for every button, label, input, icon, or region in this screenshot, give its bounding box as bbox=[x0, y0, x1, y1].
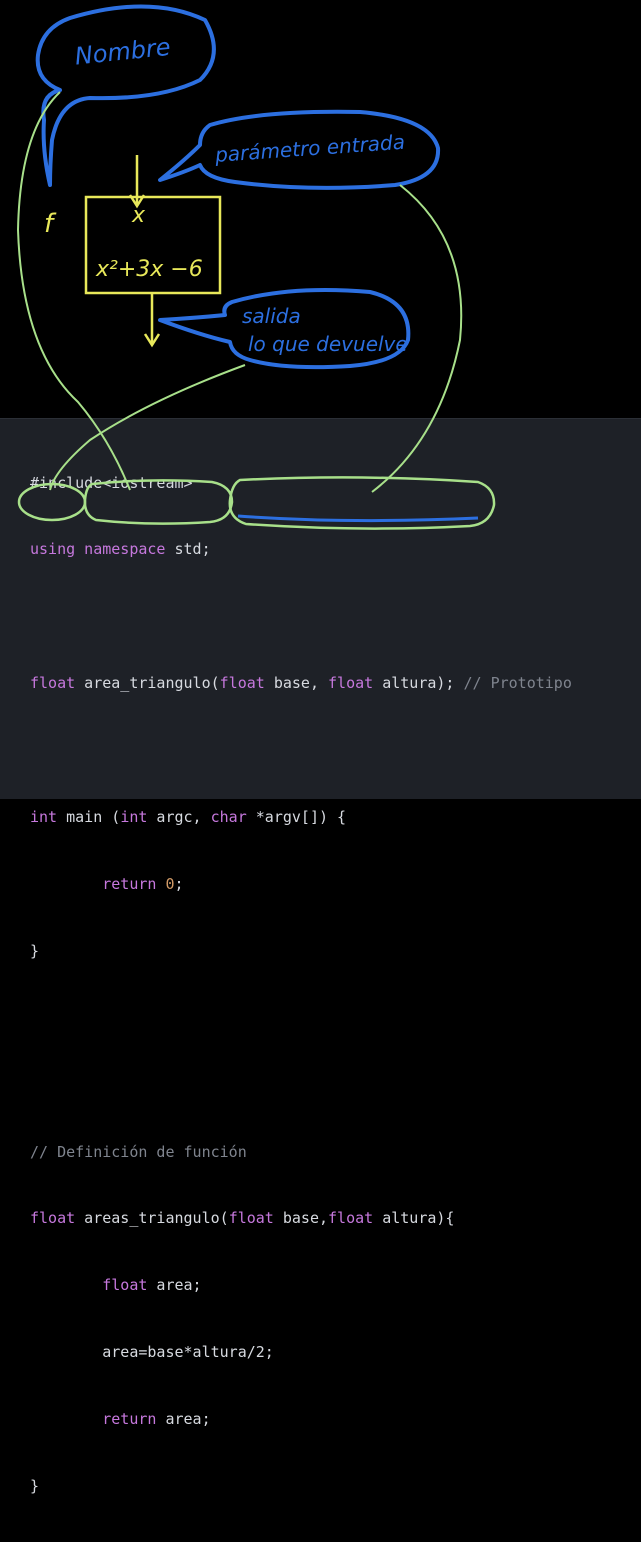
code-line-1: #include<iostream> bbox=[30, 473, 193, 492]
code-block: #include<iostream> using namespace std; … bbox=[30, 427, 572, 1542]
code-line-15: return area; bbox=[102, 1410, 211, 1429]
code-line-8: } bbox=[30, 941, 40, 960]
code-line-6: int main (int argc, char *argv[]) { bbox=[30, 808, 347, 827]
code-line-16: } bbox=[30, 1476, 40, 1495]
code-line-2: using namespace std; bbox=[30, 540, 211, 559]
code-line-4: float area_triangulo(float base, float a… bbox=[30, 674, 572, 693]
code-line-11: // Definición de función bbox=[30, 1142, 247, 1161]
code-editor: #include<iostream> using namespace std; … bbox=[0, 418, 641, 1495]
code-line-14: area=base*altura/2; bbox=[102, 1343, 274, 1362]
code-line-12: float areas_triangulo(float base,float a… bbox=[30, 1209, 455, 1228]
code-line-13: float area; bbox=[102, 1276, 202, 1295]
whiteboard-area bbox=[0, 0, 641, 418]
code-line-7: return 0; bbox=[102, 874, 184, 893]
